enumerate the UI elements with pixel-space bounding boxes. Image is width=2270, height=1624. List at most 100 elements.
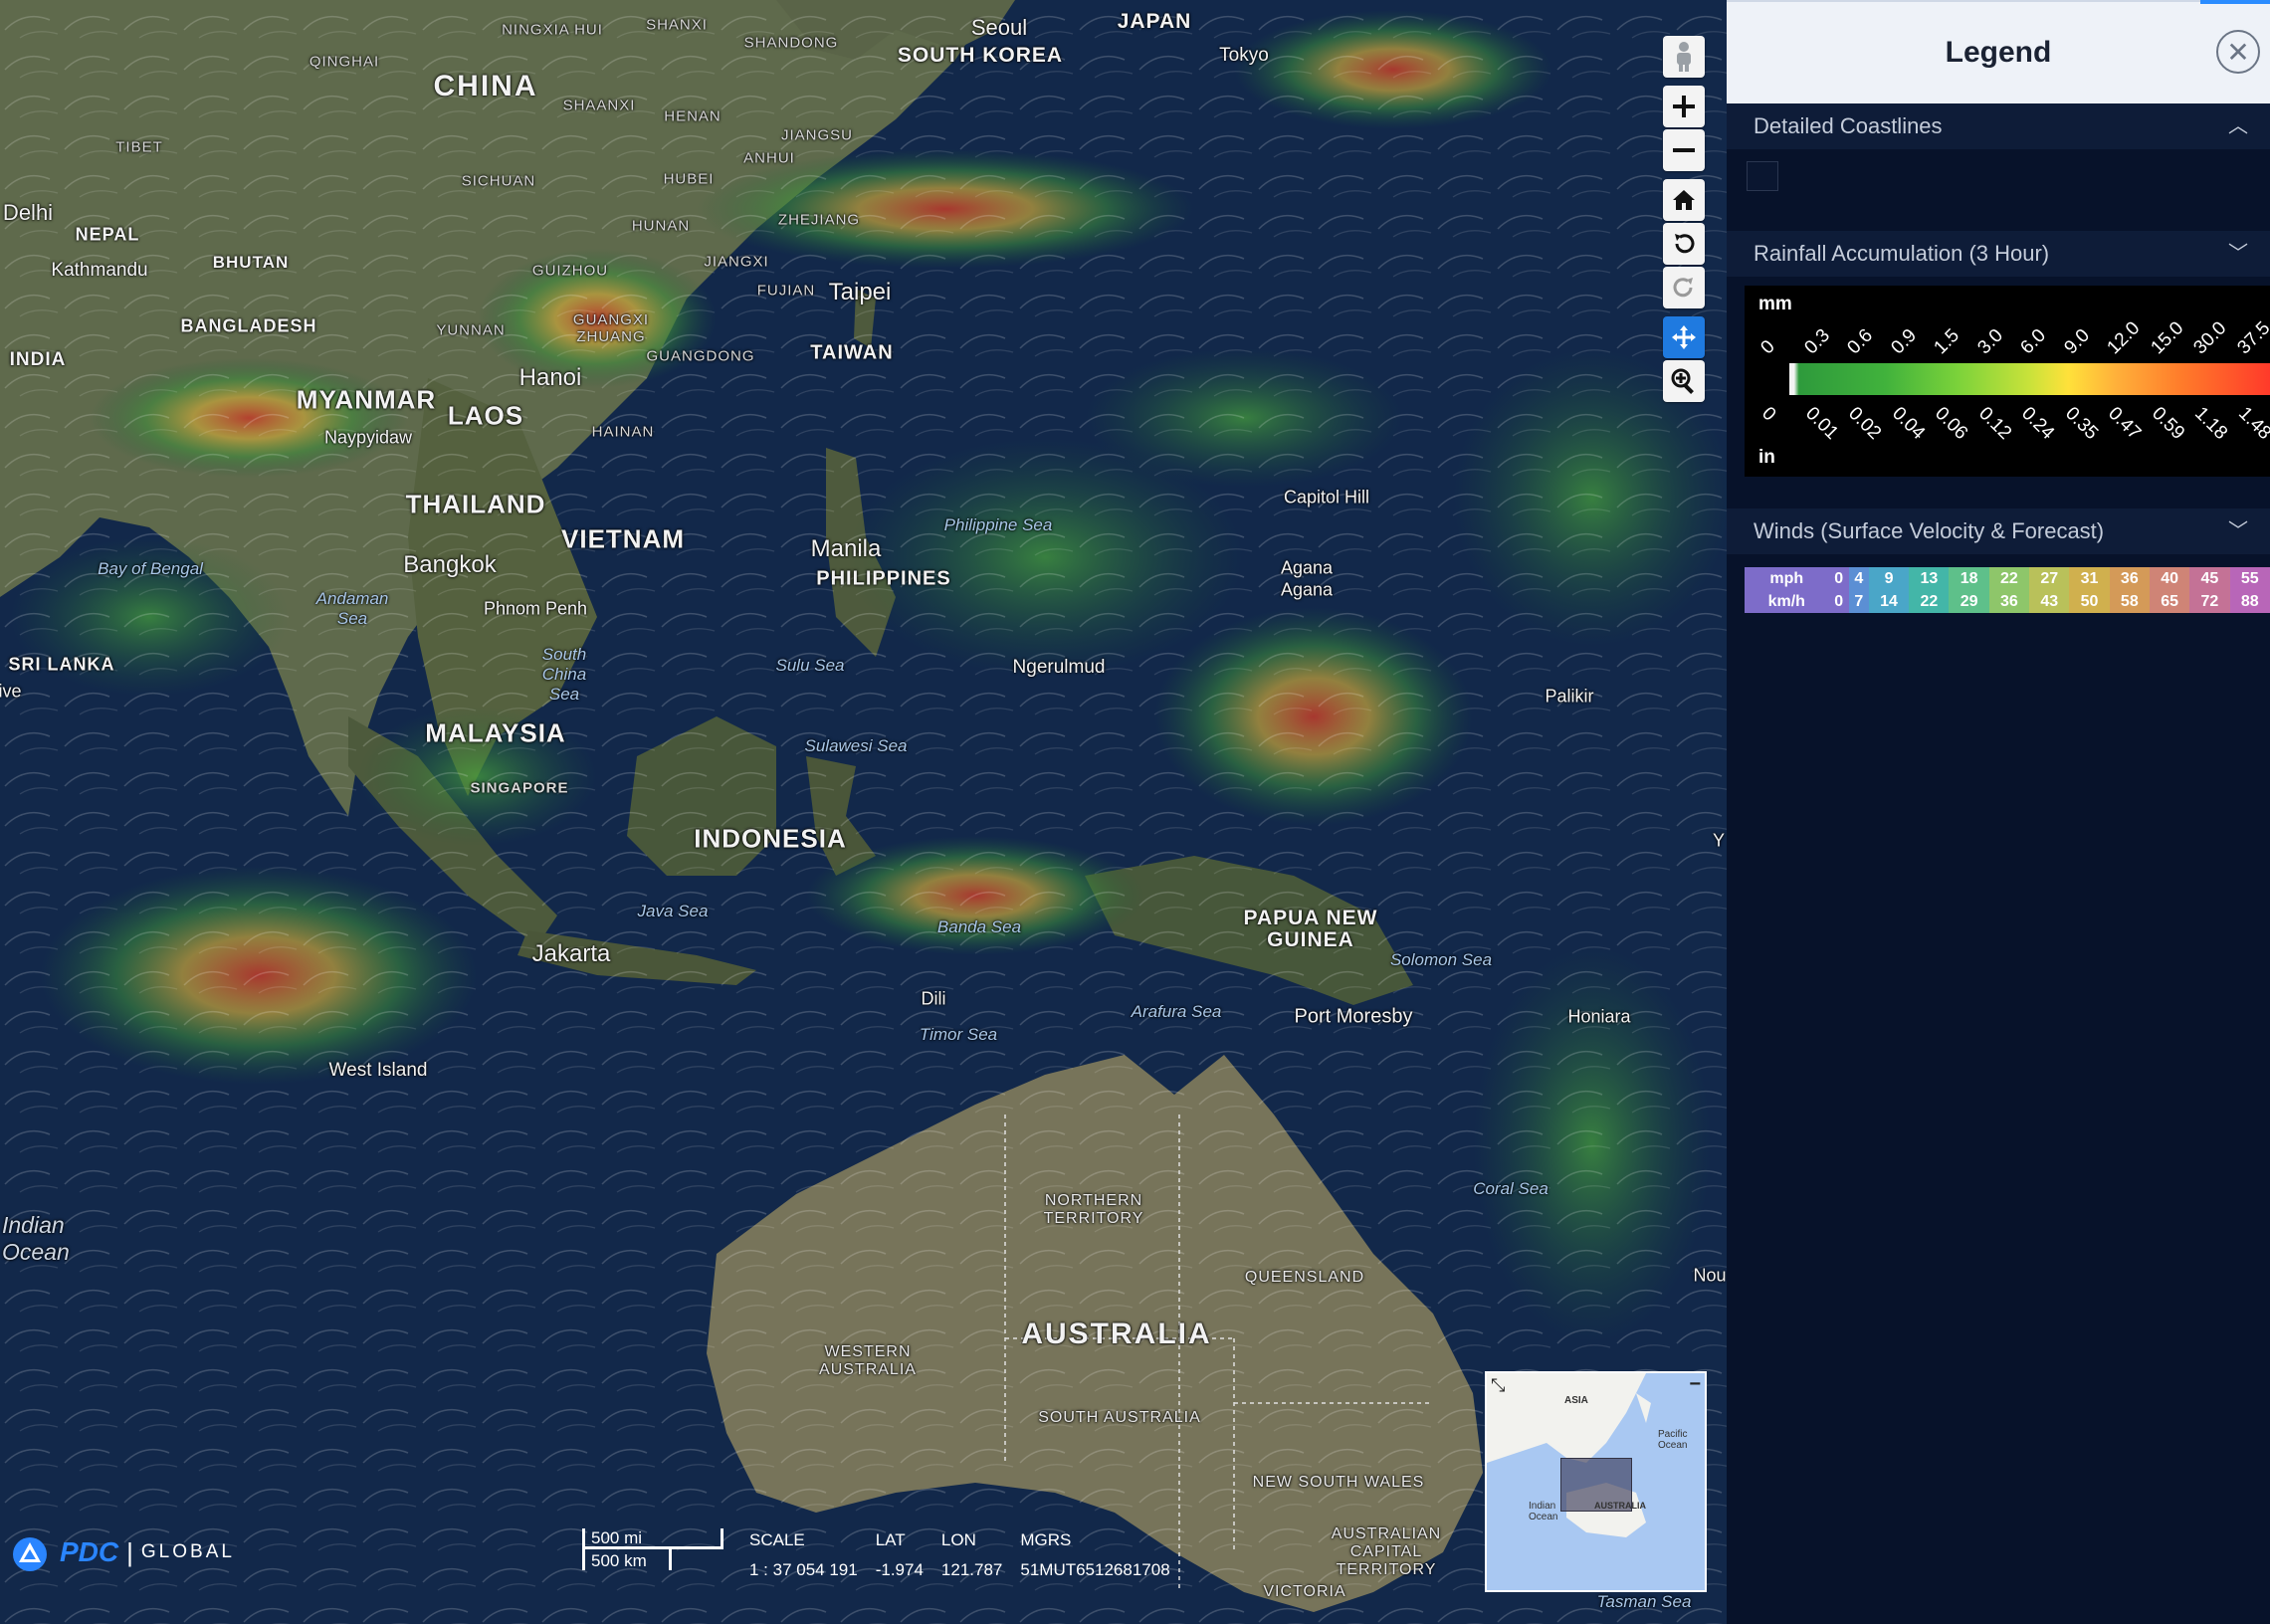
city-label: Agana	[1280, 579, 1334, 600]
map-view[interactable]: CHINA MYANMAR LAOS THAILAND VIETNAM MALA…	[0, 0, 1727, 1624]
kmh-value: 88	[2229, 590, 2270, 613]
section-label: Rainfall Accumulation (3 Hour)	[1754, 241, 2050, 266]
country-label: SINGAPORE	[470, 779, 569, 797]
kmh-value: 0	[1828, 590, 1849, 613]
province-label: SHANXI	[646, 16, 708, 34]
province-label: HUNAN	[631, 217, 691, 235]
mph-row: mph 0 4 9 13 18 22 27 31 36 40 45 55	[1745, 567, 2270, 590]
map-toolbar	[1663, 36, 1705, 404]
province-label: QINGHAI	[309, 53, 380, 71]
scale-value: 1 : 37 054 191	[749, 1560, 858, 1579]
province-label: GUIZHOU	[531, 262, 609, 280]
map-imagery	[0, 0, 1727, 1624]
street-view-button[interactable]	[1663, 36, 1705, 78]
mph-value: 31	[2069, 567, 2110, 590]
mgrs-label: MGRS	[1020, 1530, 1072, 1549]
kmh-value: 65	[2149, 590, 2190, 613]
mph-value: 18	[1949, 567, 1989, 590]
sea-label: Bay of Bengal	[98, 559, 203, 578]
mm-tick-label: 0	[1756, 335, 1779, 359]
sea-label: Sulu Sea	[775, 656, 845, 675]
mm-tick-label: 3.0	[1972, 324, 2007, 359]
brand-suffix: GLOBAL	[140, 1541, 235, 1562]
country-label: THAILAND	[405, 489, 546, 519]
minimap-label: AUSTRALIA	[1594, 1501, 1646, 1511]
mph-value: 27	[2029, 567, 2070, 590]
province-label: HUBEI	[663, 170, 715, 188]
unit-in: in	[1758, 447, 1775, 468]
mph-value: 36	[2109, 567, 2150, 590]
country-label: MALAYSIA	[425, 717, 566, 748]
country-label: INDIA	[9, 349, 67, 370]
rotate-right-button[interactable]	[1663, 267, 1705, 308]
sea-label: Sulawesi Sea	[804, 736, 908, 755]
mph-value: 4	[1848, 567, 1869, 590]
kmh-value: 14	[1868, 590, 1910, 613]
section-rainfall[interactable]: Rainfall Accumulation (3 Hour) ﹀	[1727, 231, 2270, 277]
province-label: HAINAN	[591, 423, 655, 441]
zoom-in-button[interactable]	[1663, 86, 1705, 127]
mm-tick-label: 37.5	[2232, 317, 2270, 359]
overview-minimap[interactable]: ⤡ − ASIA Pacific Ocean Indian Ocean AUST…	[1485, 1371, 1707, 1592]
rotate-left-button[interactable]	[1663, 223, 1705, 265]
chevron-down-icon: ﹀	[2228, 243, 2248, 265]
city-label: Kathmandu	[51, 260, 148, 281]
scale-miles: 500 mi	[582, 1528, 723, 1549]
close-button[interactable]: ✕	[2216, 30, 2260, 74]
expand-icon[interactable]: ⤡	[1491, 1375, 1505, 1396]
section-detailed-coastlines[interactable]: Detailed Coastlines ︿	[1727, 103, 2270, 149]
state-label: SOUTH AUSTRALIA	[1038, 1409, 1201, 1426]
sea-label: Tasman Sea	[1596, 1592, 1692, 1611]
pan-button[interactable]	[1663, 316, 1705, 358]
mm-tick-label: 15.0	[2146, 317, 2187, 359]
mm-tick-label: 0.3	[1799, 324, 1834, 359]
state-label: WESTERN AUSTRALIA	[819, 1343, 917, 1378]
sea-label: Coral Sea	[1473, 1179, 1548, 1198]
zoom-box-button[interactable]	[1663, 360, 1705, 402]
city-label: Jakarta	[531, 940, 611, 967]
state-label: AUSTRALIAN CAPITAL TERRITORY	[1331, 1525, 1442, 1578]
country-label: AUSTRALIA	[1021, 1318, 1212, 1350]
scale-km: 500 km	[582, 1549, 672, 1570]
kmh-label: km/h	[1745, 590, 1829, 613]
mm-tick-label: 30.0	[2189, 317, 2231, 359]
collapse-minimap-button[interactable]: −	[1689, 1373, 1701, 1396]
state-label: QUEENSLAND	[1244, 1269, 1365, 1286]
lat-value: -1.974	[875, 1560, 924, 1579]
province-label: SICHUAN	[461, 172, 536, 190]
legend-header: Legend ✕	[1727, 0, 2270, 103]
city-label: Tokyo	[1219, 45, 1269, 66]
province-label: SHAANXI	[562, 97, 636, 114]
in-tick-label: 1.48	[2233, 403, 2270, 445]
state-label: NORTHERN TERRITORY	[1043, 1192, 1144, 1227]
scale-bar: 500 mi 500 km	[582, 1528, 723, 1570]
city-label: Palikir	[1545, 686, 1594, 707]
home-button[interactable]	[1663, 179, 1705, 221]
scale-label: SCALE	[749, 1530, 805, 1549]
region-label: TIBET	[115, 138, 163, 156]
city-label: Capitol Hill	[1283, 487, 1370, 508]
pdc-triangle-icon	[13, 1537, 47, 1571]
in-tick-label: 0.12	[1973, 403, 2015, 445]
in-tick-label: 1.18	[2190, 403, 2232, 445]
state-label: NEW SOUTH WALES	[1252, 1474, 1425, 1491]
mph-value: 22	[1988, 567, 2030, 590]
province-label: JIANGSU	[780, 126, 854, 144]
legend-panel: Legend ✕ Detailed Coastlines ︿ Rainfall …	[1727, 0, 2270, 1624]
province-label: ZHEJIANG	[777, 211, 861, 229]
mph-value: 0	[1828, 567, 1849, 590]
rainfall-ramp	[1789, 363, 2270, 395]
sea-label: Andaman Sea	[315, 589, 389, 628]
minimap-label: ASIA	[1564, 1395, 1588, 1406]
sea-label: Arafura Sea	[1131, 1002, 1222, 1021]
country-label: BANGLADESH	[180, 315, 317, 336]
country-label: TAIWAN	[810, 341, 894, 364]
mph-value: 9	[1868, 567, 1910, 590]
mph-value: 13	[1909, 567, 1950, 590]
sea-label: Solomon Sea	[1389, 950, 1493, 969]
zoom-out-button[interactable]	[1663, 129, 1705, 171]
city-label: Taipei	[828, 279, 892, 305]
kmh-value: 50	[2069, 590, 2110, 613]
section-winds[interactable]: Winds (Surface Velocity & Forecast) ﹀	[1727, 508, 2270, 554]
coastlines-body	[1727, 161, 2270, 231]
